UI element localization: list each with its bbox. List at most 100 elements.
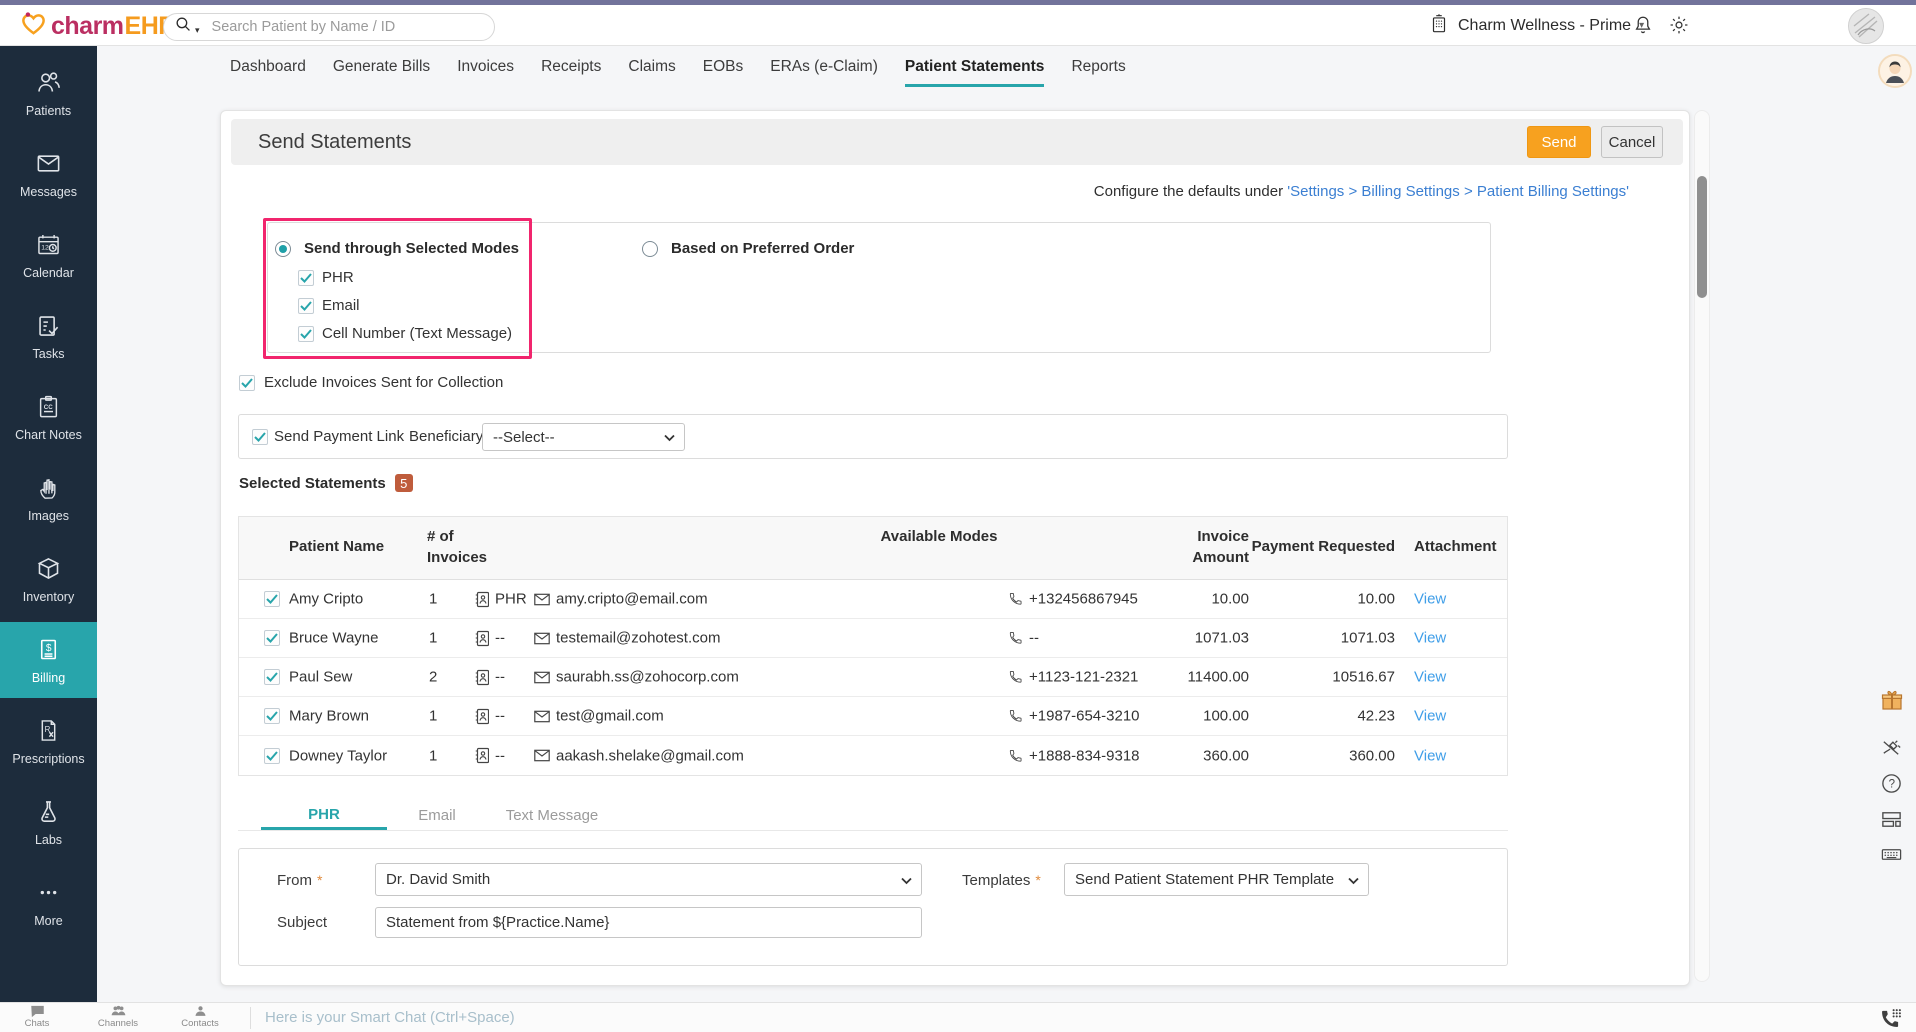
invoice-count: 1 <box>429 630 437 647</box>
checkbox-send-payment-link[interactable] <box>252 429 268 445</box>
send-button[interactable]: Send <box>1527 126 1591 158</box>
tab-dashboard[interactable]: Dashboard <box>230 58 306 87</box>
tab-claims[interactable]: Claims <box>628 58 675 87</box>
disconnect-plug-icon[interactable] <box>1880 736 1904 760</box>
view-attachment-link[interactable]: View <box>1414 669 1446 686</box>
sidebar-item-more[interactable]: More <box>0 871 97 935</box>
phone-icon <box>1008 631 1023 646</box>
patient-name: Paul Sew <box>289 669 352 686</box>
tab-eobs[interactable]: EOBs <box>703 58 743 87</box>
view-attachment-link[interactable]: View <box>1414 708 1446 725</box>
search-filter-caret-icon[interactable]: ▾ <box>195 25 200 36</box>
checkbox-phr[interactable]: PHR <box>298 269 354 286</box>
svg-text:12: 12 <box>41 244 49 251</box>
selected-statements-label: Selected Statements <box>239 475 386 492</box>
tab-phr[interactable]: PHR <box>261 801 387 830</box>
sidebar-item-chart-notes[interactable]: CC Chart Notes <box>0 385 97 449</box>
payment-requested: 42.23 <box>1245 708 1395 725</box>
contacts-button[interactable]: Contacts <box>175 1005 225 1029</box>
beneficiary-select[interactable]: --Select-- <box>482 423 685 451</box>
dialer-phone-icon[interactable] <box>1878 1006 1904 1032</box>
required-asterisk: * <box>1035 872 1040 888</box>
app-logo[interactable]: charmEHR <box>20 11 176 42</box>
table-row: Downey Taylor 1 -- aakash.shelake@gmail.… <box>239 736 1507 775</box>
cancel-button[interactable]: Cancel <box>1601 126 1663 158</box>
tab-invoices[interactable]: Invoices <box>457 58 514 87</box>
sidebar-item-images[interactable]: Images <box>0 466 97 530</box>
help-icon[interactable]: ? <box>1880 772 1904 796</box>
sidebar-item-calendar[interactable]: 12 Calendar <box>0 223 97 287</box>
tab-receipts[interactable]: Receipts <box>541 58 601 87</box>
tab-patient-statements[interactable]: Patient Statements <box>905 58 1045 87</box>
gift-icon[interactable] <box>1880 688 1904 712</box>
message-mode-tabs: PHR Email Text Message <box>261 801 617 830</box>
scrollbar-thumb[interactable] <box>1697 176 1707 298</box>
view-attachment-link[interactable]: View <box>1414 747 1446 764</box>
tab-email[interactable]: Email <box>387 801 487 830</box>
table-row: Bruce Wayne 1 -- testemail@zohotest.com … <box>239 619 1507 658</box>
view-attachment-link[interactable]: View <box>1414 591 1446 608</box>
sidebar-item-inventory[interactable]: Inventory <box>0 547 97 611</box>
sidebar-item-prescriptions[interactable]: R Prescriptions <box>0 709 97 773</box>
heart-logo-icon <box>20 11 47 42</box>
radio-send-selected-modes[interactable]: Send through Selected Modes <box>275 240 519 257</box>
patient-search[interactable]: ▾ <box>163 13 495 41</box>
notifications-bell-icon[interactable] <box>1632 14 1654 36</box>
phr-mode-cell: -- <box>475 747 505 764</box>
envelope-icon <box>534 632 550 644</box>
smart-chat-bar: Chats Channels Contacts <box>0 1002 1916 1032</box>
row-checkbox[interactable] <box>264 630 280 646</box>
view-attachment-link[interactable]: View <box>1414 630 1446 647</box>
smart-chat-input[interactable] <box>265 1003 1165 1032</box>
templates-select[interactable]: Send Patient Statement PHR Template <box>1064 863 1369 896</box>
sidebar-item-tasks[interactable]: Tasks <box>0 304 97 368</box>
tab-text-message[interactable]: Text Message <box>487 801 617 830</box>
sidebar-item-labs[interactable]: Labs <box>0 790 97 854</box>
phr-mode-cell: -- <box>475 630 505 647</box>
settings-gear-icon[interactable] <box>1668 14 1690 36</box>
messages-icon <box>35 150 62 182</box>
billing-nav-tabs: Dashboard Generate Bills Invoices Receip… <box>230 58 1126 87</box>
row-checkbox[interactable] <box>264 708 280 724</box>
billing-settings-link[interactable]: 'Settings > Billing Settings > Patient B… <box>1287 183 1629 200</box>
app-screen: charmEHR ▾ Charm Wellness - Prime ▾ <box>0 0 1916 1032</box>
col-num-invoices-2: Invoices <box>427 549 487 566</box>
subject-input[interactable] <box>375 907 922 938</box>
user-avatar[interactable] <box>1848 8 1884 44</box>
radio-preferred-order[interactable]: Based on Preferred Order <box>642 240 854 257</box>
row-checkbox[interactable] <box>264 669 280 685</box>
channels-icon <box>111 1005 126 1018</box>
checkbox-checked-icon <box>239 375 255 391</box>
email-cell: saurabh.ss@zohocorp.com <box>534 669 739 686</box>
checkbox-checked-icon <box>298 298 314 314</box>
sidebar-item-patients[interactable]: Patients <box>0 61 97 125</box>
table-row: Amy Cripto 1 PHR amy.cripto@email.com +1… <box>239 580 1507 619</box>
col-attachment: Attachment <box>1414 538 1497 555</box>
panels-layout-icon[interactable] <box>1880 808 1904 832</box>
contact-person-icon <box>193 1005 208 1018</box>
building-icon <box>1428 12 1450 39</box>
payment-requested: 360.00 <box>1245 747 1395 764</box>
practice-selector[interactable]: Charm Wellness - Prime ▾ <box>1428 5 1644 46</box>
checkbox-exclude-collection[interactable]: Exclude Invoices Sent for Collection <box>239 374 503 391</box>
search-input[interactable] <box>202 19 494 35</box>
tab-eras-eclaim[interactable]: ERAs (e-Claim) <box>770 58 878 87</box>
sidebar-item-billing[interactable]: $ Billing <box>0 622 97 698</box>
from-select[interactable]: Dr. David Smith <box>375 863 922 896</box>
checkbox-cell-number[interactable]: Cell Number (Text Message) <box>298 325 512 342</box>
checkbox-email[interactable]: Email <box>298 297 360 314</box>
row-checkbox[interactable] <box>264 748 280 764</box>
invoice-amount: 11400.00 <box>1099 669 1249 686</box>
keyboard-icon[interactable] <box>1880 843 1904 867</box>
row-checkbox[interactable] <box>264 591 280 607</box>
tab-generate-bills[interactable]: Generate Bills <box>333 58 430 87</box>
assistant-avatar[interactable] <box>1878 54 1912 88</box>
checkbox-checked-icon <box>298 326 314 342</box>
chats-button[interactable]: Chats <box>12 1005 62 1029</box>
tab-reports[interactable]: Reports <box>1071 58 1125 87</box>
channels-button[interactable]: Channels <box>93 1005 143 1029</box>
footer-divider <box>250 1007 251 1029</box>
email-cell: aakash.shelake@gmail.com <box>534 747 744 764</box>
sidebar-item-messages[interactable]: Messages <box>0 142 97 206</box>
card-scrollbar[interactable] <box>1694 110 1710 982</box>
